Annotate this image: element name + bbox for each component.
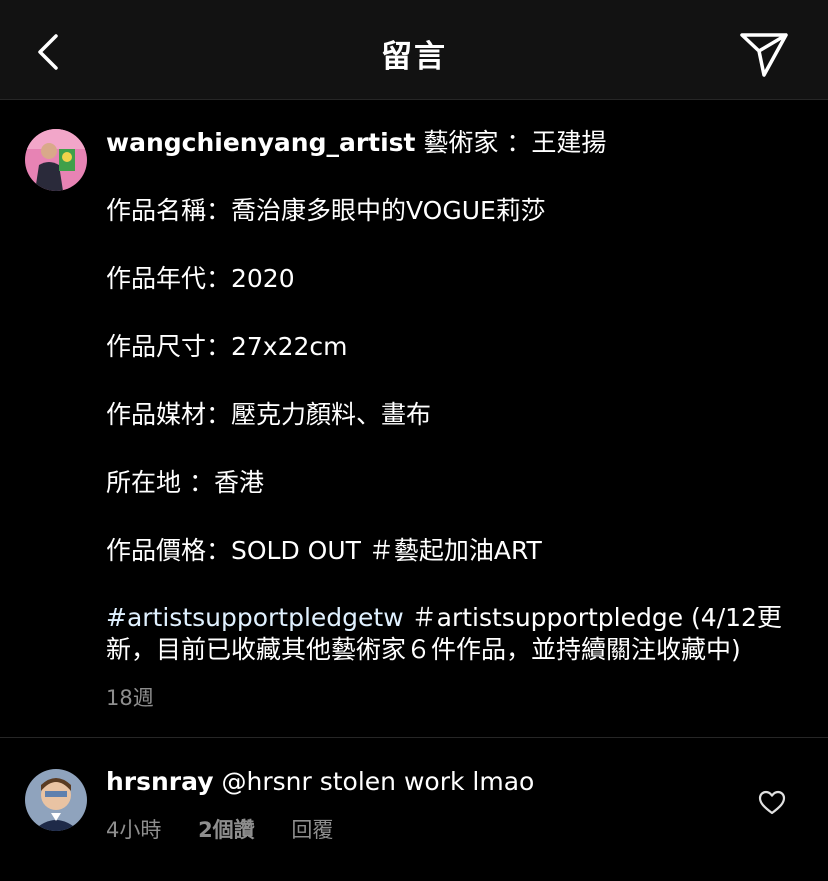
- caption-first-line: wangchienyang_artist 藝術家 ：王建揚: [106, 128, 607, 157]
- caption-line: 作品價格：SOLD OUT ＃藝起加油ART: [106, 536, 542, 565]
- reply-button[interactable]: 回覆: [291, 818, 333, 842]
- comment-username[interactable]: hrsnray: [106, 767, 214, 796]
- hashtag-link[interactable]: #artistsupportpledgetw: [106, 603, 404, 632]
- caption-line: 所在地 ：香港: [106, 468, 264, 497]
- share-button[interactable]: [736, 27, 792, 81]
- heart-outline-icon: [758, 790, 786, 815]
- post-meta: 18週: [106, 682, 154, 712]
- post-author-avatar[interactable]: [25, 129, 87, 191]
- paper-plane-icon: [740, 33, 788, 77]
- post-caption: wangchienyang_artist 藝術家 ：王建揚 作品名稱：喬治康多眼…: [106, 126, 806, 666]
- comment-meta: 4小時 2個讚 回覆: [106, 814, 363, 844]
- post-username[interactable]: wangchienyang_artist: [106, 128, 416, 157]
- like-comment-button[interactable]: [758, 790, 786, 816]
- top-bar: 留言: [0, 0, 828, 100]
- caption-line: 作品尺寸：27x22cm: [106, 332, 348, 361]
- comment-timestamp: 4小時: [106, 818, 162, 842]
- caption-hashtag-line: #artistsupportpledgetw ＃artistsupportple…: [106, 603, 782, 664]
- caption-line: 作品名稱：喬治康多眼中的VOGUE莉莎: [106, 196, 546, 225]
- comment-text: hrsnray @hrsnr stolen work lmao: [106, 767, 535, 796]
- post-timestamp: 18週: [106, 686, 154, 710]
- caption-line: 作品年代：2020: [106, 264, 295, 293]
- caption-line: 作品媒材：壓克力顏料、畫布: [106, 400, 432, 429]
- comment-likes-link[interactable]: 2個讚: [198, 818, 255, 842]
- comment-author-avatar[interactable]: [25, 769, 87, 831]
- divider: [0, 737, 828, 738]
- page-title: 留言: [381, 39, 447, 75]
